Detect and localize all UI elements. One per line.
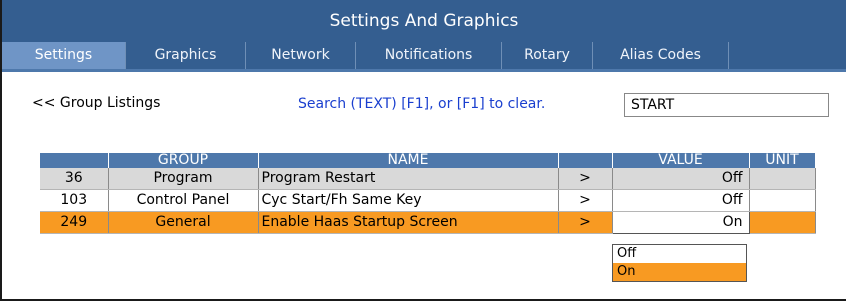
setting-group: Control Panel: [108, 189, 259, 212]
group-listings-link[interactable]: << Group Listings: [32, 95, 160, 111]
tab-rotary[interactable]: Rotary: [502, 42, 593, 69]
column-header-unit: UNIT: [749, 153, 816, 168]
tab-settings[interactable]: Settings: [2, 42, 126, 69]
dropdown-option-off[interactable]: Off: [613, 245, 746, 263]
tab-alias-codes[interactable]: Alias Codes: [593, 42, 729, 69]
search-hint: Search (TEXT) [F1], or [F1] to clear.: [298, 96, 546, 112]
setting-number: 249: [40, 211, 109, 234]
expand-arrow[interactable]: >: [558, 168, 613, 190]
column-header-number: [40, 153, 109, 168]
search-input[interactable]: [624, 93, 829, 117]
table-row[interactable]: 36 Program Program Restart > Off: [40, 168, 816, 190]
setting-group: Program: [108, 168, 259, 190]
settings-table: GROUP NAME VALUE UNIT 36 Program Program…: [40, 153, 816, 234]
column-header-group: GROUP: [108, 153, 259, 168]
tab-underline: [2, 69, 846, 72]
setting-number: 103: [40, 189, 109, 212]
tab-network[interactable]: Network: [246, 42, 356, 69]
setting-unit: [749, 189, 816, 212]
window-title: Settings And Graphics: [2, 0, 846, 42]
dropdown-option-on[interactable]: On: [613, 263, 746, 281]
setting-value-select[interactable]: On: [611, 211, 750, 234]
setting-name: Cyc Start/Fh Same Key: [258, 189, 559, 212]
value-dropdown: Off On: [612, 244, 747, 282]
setting-name: Program Restart: [258, 168, 559, 190]
expand-arrow[interactable]: >: [558, 211, 613, 234]
setting-value[interactable]: Off: [612, 189, 750, 212]
table-row[interactable]: 103 Control Panel Cyc Start/Fh Same Key …: [40, 189, 816, 212]
table-header-row: GROUP NAME VALUE UNIT: [40, 153, 816, 168]
column-header-arrow: [558, 153, 613, 168]
tab-graphics[interactable]: Graphics: [126, 42, 246, 69]
setting-unit: [749, 211, 816, 234]
setting-name: Enable Haas Startup Screen: [258, 211, 559, 234]
setting-group: General: [108, 211, 259, 234]
table-row-selected[interactable]: 249 General Enable Haas Startup Screen >…: [40, 211, 816, 234]
tab-bar: Settings Graphics Network Notifications …: [2, 42, 846, 69]
column-header-name: NAME: [258, 153, 559, 168]
column-header-value: VALUE: [612, 153, 750, 168]
setting-number: 36: [40, 168, 109, 190]
expand-arrow[interactable]: >: [558, 189, 613, 212]
setting-unit: [749, 168, 816, 190]
tab-notifications[interactable]: Notifications: [356, 42, 502, 69]
setting-value[interactable]: Off: [612, 168, 750, 190]
